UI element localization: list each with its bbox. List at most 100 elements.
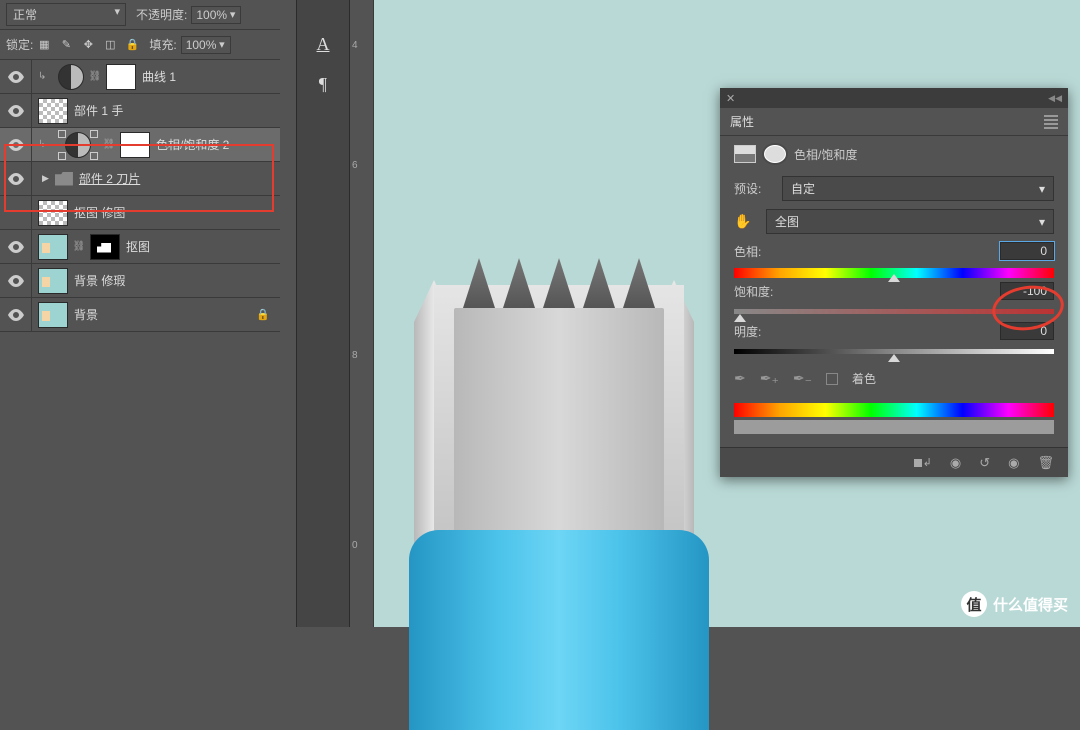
panel-menu-icon[interactable] xyxy=(1044,115,1058,129)
layer-name[interactable]: 部件 2 刀片 xyxy=(79,170,140,187)
preset-row: 预设: 自定▾ xyxy=(734,176,1054,201)
panel-title-row: 属性 xyxy=(720,108,1068,136)
mask-icon[interactable] xyxy=(764,145,786,163)
panel-footer: ◉ ↺ ◉ 🗑 xyxy=(720,447,1068,477)
panel-title: 属性 xyxy=(730,113,754,130)
chevron-down-icon: ▾ xyxy=(1039,215,1045,229)
visibility-icon[interactable] xyxy=(8,275,24,287)
mask-thumb[interactable] xyxy=(106,64,136,90)
spectrum-bottom xyxy=(734,420,1054,434)
hue-slider[interactable] xyxy=(734,264,1054,276)
preset-label: 预设: xyxy=(734,180,774,197)
layer-thumb[interactable] xyxy=(38,234,68,260)
layer-name[interactable]: 部件 1 手 xyxy=(74,102,123,119)
adjustment-thumb xyxy=(65,132,91,158)
layer-row[interactable]: 背景 🔒 xyxy=(0,298,280,332)
mask-selection-brackets xyxy=(58,130,98,160)
eyedropper-subtract-icon[interactable]: ✒₋ xyxy=(793,370,812,387)
ruler-tick: 0 xyxy=(352,540,358,551)
vertical-ruler: 4 6 8 0 xyxy=(350,0,374,627)
lock-artboard-icon[interactable]: ◫ xyxy=(103,38,117,52)
saturation-slider[interactable] xyxy=(734,304,1054,316)
layers-panel: 正常 不透明度: 100% 锁定: ▦ ✎ ✥ ◫ 🔒 填充: 100% ↳ ⛓… xyxy=(0,0,280,332)
collapse-icon[interactable]: ◀◀ xyxy=(1048,93,1062,104)
layer-name[interactable]: 背景 修瑕 xyxy=(74,272,125,289)
layer-row[interactable]: ⛓ 抠图 xyxy=(0,230,280,264)
fill-value[interactable]: 100% xyxy=(181,36,231,54)
paragraph-panel-icon[interactable]: ¶ xyxy=(297,64,349,104)
mask-thumb[interactable] xyxy=(120,132,150,158)
layer-thumb[interactable] xyxy=(38,98,68,124)
mask-thumb[interactable] xyxy=(90,234,120,260)
eyedropper-add-icon[interactable]: ✒₊ xyxy=(760,370,779,387)
close-icon[interactable]: ✕ xyxy=(726,92,735,105)
adjustment-thumb xyxy=(58,64,84,90)
clip-icon: ↳ xyxy=(38,139,52,150)
watermark-text: 什么值得买 xyxy=(993,594,1068,615)
slider-thumb[interactable] xyxy=(888,354,900,362)
ruler-tick: 8 xyxy=(352,350,358,361)
lightness-value[interactable]: 0 xyxy=(1000,322,1054,340)
reset-icon[interactable]: ↺ xyxy=(979,455,990,471)
visibility-icon[interactable] xyxy=(8,105,24,117)
layer-thumb[interactable] xyxy=(38,302,68,328)
preset-select[interactable]: 自定▾ xyxy=(782,176,1054,201)
layer-name[interactable]: 背景 xyxy=(74,306,98,323)
layer-name[interactable]: 曲线 1 xyxy=(142,68,176,85)
layer-row[interactable]: 抠图 修图 xyxy=(0,196,280,230)
saturation-label: 饱和度: xyxy=(734,283,773,300)
colorize-checkbox[interactable] xyxy=(826,373,838,385)
lock-label: 锁定: xyxy=(6,36,33,53)
clip-icon: ↳ xyxy=(38,71,52,82)
hue-label: 色相: xyxy=(734,243,761,260)
lock-icons: ▦ ✎ ✥ ◫ 🔒 xyxy=(37,38,139,52)
layer-row[interactable]: ▶ 部件 2 刀片 xyxy=(0,162,280,196)
layer-name[interactable]: 抠图 修图 xyxy=(74,204,125,221)
visibility-icon[interactable] xyxy=(8,309,24,321)
layer-row-selected[interactable]: ↳ ⛓ 色相/饱和度 2 xyxy=(0,128,280,162)
opacity-value[interactable]: 100% xyxy=(191,6,241,24)
visibility-icon[interactable] xyxy=(8,173,24,185)
hue-value[interactable]: 0 xyxy=(1000,242,1054,260)
fill-label: 填充: xyxy=(149,36,176,53)
layer-name[interactable]: 抠图 xyxy=(126,238,150,255)
expand-arrow-icon[interactable]: ▶ xyxy=(42,173,49,184)
layer-row[interactable]: 部件 1 手 xyxy=(0,94,280,128)
toggle-visibility-icon[interactable]: ◉ xyxy=(1008,455,1019,471)
lock-row: 锁定: ▦ ✎ ✥ ◫ 🔒 填充: 100% xyxy=(0,30,280,60)
layer-row[interactable]: 背景 修瑕 xyxy=(0,264,280,298)
layer-thumb[interactable] xyxy=(38,268,68,294)
adjustment-type-label: 色相/饱和度 xyxy=(794,146,857,163)
saturation-value[interactable]: -100 xyxy=(1000,282,1054,300)
visibility-icon[interactable] xyxy=(8,241,24,253)
lock-transparency-icon[interactable]: ▦ xyxy=(37,38,51,52)
type-tool-panel: A ¶ xyxy=(296,0,350,627)
lock-position-icon[interactable]: ✥ xyxy=(81,38,95,52)
visibility-icon[interactable] xyxy=(8,71,24,83)
eyedropper-icon[interactable]: ✒ xyxy=(734,370,746,387)
clip-to-layer-icon[interactable] xyxy=(914,456,932,469)
spectrum-top xyxy=(734,403,1054,417)
lock-icon[interactable]: 🔒 xyxy=(256,308,270,321)
channel-select[interactable]: 全图▾ xyxy=(766,209,1054,234)
delete-icon[interactable]: 🗑 xyxy=(1037,455,1054,471)
blend-mode-select[interactable]: 正常 xyxy=(6,3,126,26)
layer-row[interactable]: ↳ ⛓ 曲线 1 xyxy=(0,60,280,94)
visibility-icon[interactable] xyxy=(8,139,24,151)
adjustment-icon[interactable] xyxy=(734,145,756,163)
panel-tabbar[interactable]: ✕ ◀◀ xyxy=(720,88,1068,108)
lightness-label: 明度: xyxy=(734,323,761,340)
layer-list: ↳ ⛓ 曲线 1 部件 1 手 ↳ ⛓ xyxy=(0,60,280,332)
canvas-image xyxy=(404,240,704,640)
character-panel-icon[interactable]: A xyxy=(297,24,349,64)
watermark: 值 什么值得买 xyxy=(961,591,1068,617)
layer-name[interactable]: 色相/饱和度 2 xyxy=(156,136,229,153)
scrub-icon[interactable]: ✋ xyxy=(734,213,758,230)
slider-thumb[interactable] xyxy=(888,274,900,282)
lock-all-icon[interactable]: 🔒 xyxy=(125,38,139,52)
lightness-slider[interactable] xyxy=(734,344,1054,356)
slider-thumb[interactable] xyxy=(734,314,746,322)
view-previous-icon[interactable]: ◉ xyxy=(950,455,961,471)
lock-brush-icon[interactable]: ✎ xyxy=(59,38,73,52)
layer-thumb[interactable] xyxy=(38,200,68,226)
